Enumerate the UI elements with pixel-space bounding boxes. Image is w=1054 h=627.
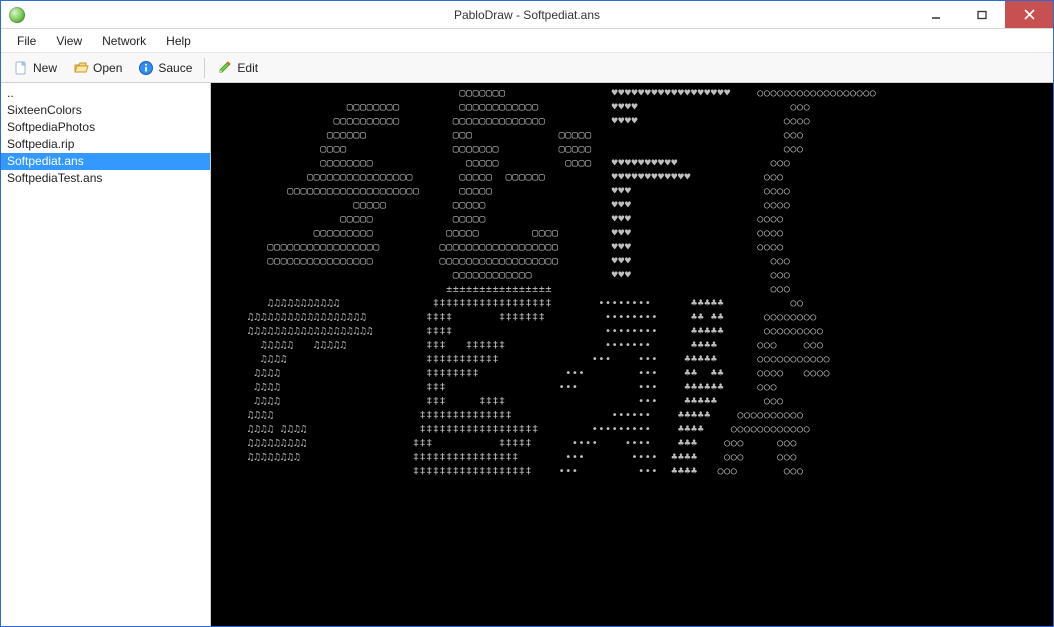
info-icon xyxy=(138,60,154,76)
close-icon xyxy=(1024,9,1035,20)
list-item[interactable]: .. xyxy=(1,85,210,102)
new-label: New xyxy=(33,61,57,75)
minimize-icon xyxy=(931,10,941,20)
menu-file[interactable]: File xyxy=(7,29,46,52)
toolbar-separator xyxy=(204,58,205,78)
list-item[interactable]: SixteenColors xyxy=(1,102,210,119)
toolbar: New Open Sauce Edit xyxy=(1,53,1053,83)
app-window: PabloDraw - Softpediat.ans File View Net… xyxy=(0,0,1054,627)
file-list: ..SixteenColorsSoftpediaPhotosSoftpedia.… xyxy=(1,83,210,187)
list-item[interactable]: SoftpediaTest.ans xyxy=(1,170,210,187)
list-item[interactable]: Softpediat.ans xyxy=(1,153,210,170)
window-controls xyxy=(913,1,1053,28)
menu-help[interactable]: Help xyxy=(156,29,201,52)
open-button[interactable]: Open xyxy=(67,58,128,78)
edit-label: Edit xyxy=(237,61,258,75)
maximize-button[interactable] xyxy=(959,1,1005,28)
maximize-icon xyxy=(977,10,987,20)
close-button[interactable] xyxy=(1005,1,1053,28)
list-item[interactable]: Softpedia.rip xyxy=(1,136,210,153)
edit-button[interactable]: Edit xyxy=(211,58,264,78)
ansi-canvas[interactable]: ▢▢▢▢▢▢▢ ♥♥♥♥♥♥♥♥♥♥♥♥♥♥♥♥♥♥ ○○○○○○○○○○○○○… xyxy=(211,83,1053,626)
content-area: ..SixteenColorsSoftpediaPhotosSoftpedia.… xyxy=(1,83,1053,626)
pencil-icon xyxy=(217,60,233,76)
window-title: PabloDraw - Softpediat.ans xyxy=(1,8,1053,22)
menu-view[interactable]: View xyxy=(46,29,92,52)
minimize-button[interactable] xyxy=(913,1,959,28)
ansi-content: ▢▢▢▢▢▢▢ ♥♥♥♥♥♥♥♥♥♥♥♥♥♥♥♥♥♥ ○○○○○○○○○○○○○… xyxy=(221,87,1047,479)
sauce-button[interactable]: Sauce xyxy=(132,58,198,78)
menubar: File View Network Help xyxy=(1,29,1053,53)
new-file-icon xyxy=(13,60,29,76)
titlebar[interactable]: PabloDraw - Softpediat.ans xyxy=(1,1,1053,29)
open-label: Open xyxy=(93,61,122,75)
app-icon xyxy=(9,7,25,23)
file-sidebar[interactable]: ..SixteenColorsSoftpediaPhotosSoftpedia.… xyxy=(1,83,211,626)
open-folder-icon xyxy=(73,60,89,76)
sauce-label: Sauce xyxy=(158,61,192,75)
list-item[interactable]: SoftpediaPhotos xyxy=(1,119,210,136)
new-button[interactable]: New xyxy=(7,58,63,78)
menu-network[interactable]: Network xyxy=(92,29,156,52)
